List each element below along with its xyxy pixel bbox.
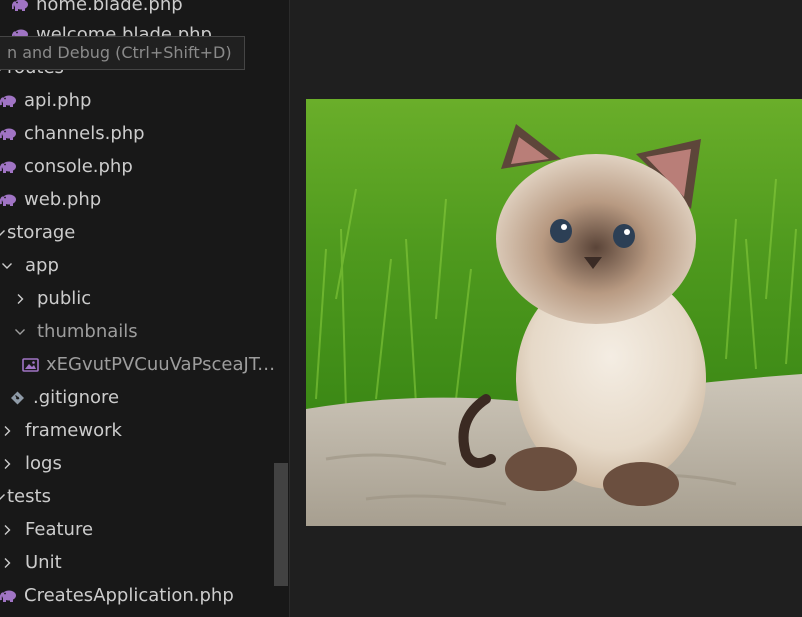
tree-item-label: Feature bbox=[25, 519, 94, 540]
chevron-down-icon bbox=[0, 216, 6, 249]
tree-item-label: Unit bbox=[25, 552, 62, 573]
php-elephant-icon bbox=[0, 579, 18, 612]
tree-item-label: app bbox=[25, 255, 59, 276]
tree-folder-logs[interactable]: logs bbox=[0, 447, 289, 480]
chevron-right-icon bbox=[14, 282, 26, 315]
tree-item-gitignore[interactable]: .gitignore bbox=[0, 381, 289, 414]
explorer-sidebar: home.blade.php welcome.blade.php n and D… bbox=[0, 0, 290, 617]
image-preview-pane bbox=[291, 0, 802, 617]
tree-item-api-php[interactable]: api.php bbox=[0, 84, 289, 117]
chevron-right-icon bbox=[1, 414, 13, 447]
chevron-right-icon bbox=[1, 447, 13, 480]
tree-item-createsapplication-php[interactable]: CreatesApplication.php bbox=[0, 579, 289, 612]
tree-item-label: xEGvutPVCuuVaPsceaJTru... bbox=[46, 354, 282, 375]
tree-folder-framework[interactable]: framework bbox=[0, 414, 289, 447]
tree-item-label: CreatesApplication.php bbox=[24, 585, 234, 606]
image-file-icon bbox=[20, 348, 40, 381]
tree-folder-tests[interactable]: tests bbox=[0, 480, 289, 513]
tree-folder-thumbnails[interactable]: thumbnails bbox=[0, 315, 289, 348]
tree-item-thumbnail-image[interactable]: xEGvutPVCuuVaPsceaJTru... bbox=[0, 348, 289, 381]
chevron-down-icon bbox=[0, 480, 6, 513]
chevron-right-icon bbox=[1, 546, 13, 579]
php-elephant-icon bbox=[0, 150, 18, 183]
tree-item-label: api.php bbox=[24, 90, 92, 111]
tree-item-console-php[interactable]: console.php bbox=[0, 150, 289, 183]
tree-item-channels-php[interactable]: channels.php bbox=[0, 117, 289, 150]
php-elephant-icon bbox=[0, 117, 18, 150]
chevron-down-icon bbox=[1, 249, 13, 282]
tree-item-label: tests bbox=[7, 486, 51, 507]
tree-folder-unit[interactable]: Unit bbox=[0, 546, 289, 579]
git-diamond-icon bbox=[7, 381, 27, 414]
tree-item-label: logs bbox=[25, 453, 62, 474]
tree-item-label: storage bbox=[7, 222, 76, 243]
tree-item-label: channels.php bbox=[24, 123, 145, 144]
chevron-right-icon bbox=[1, 513, 13, 546]
scrollbar-thumb[interactable] bbox=[274, 463, 288, 586]
tree-item-label: console.php bbox=[24, 156, 133, 177]
tree-folder-feature[interactable]: Feature bbox=[0, 513, 289, 546]
chevron-down-icon bbox=[14, 315, 26, 348]
tree-item-label: web.php bbox=[24, 189, 102, 210]
kitten-photo bbox=[306, 99, 802, 526]
tree-item-label: thumbnails bbox=[37, 321, 138, 342]
tree-item-web-php[interactable]: web.php bbox=[0, 183, 289, 216]
tree-item-label: public bbox=[37, 288, 92, 309]
tree-folder-storage[interactable]: storage bbox=[0, 216, 289, 249]
tree-item-label: framework bbox=[25, 420, 122, 441]
tooltip: n and Debug (Ctrl+Shift+D) bbox=[0, 36, 245, 70]
tree-folder-app[interactable]: app bbox=[0, 249, 289, 282]
tree-folder-public[interactable]: public bbox=[0, 282, 289, 315]
php-elephant-icon bbox=[0, 84, 18, 117]
tree-item-label: .gitignore bbox=[33, 387, 120, 408]
php-elephant-icon bbox=[0, 183, 18, 216]
